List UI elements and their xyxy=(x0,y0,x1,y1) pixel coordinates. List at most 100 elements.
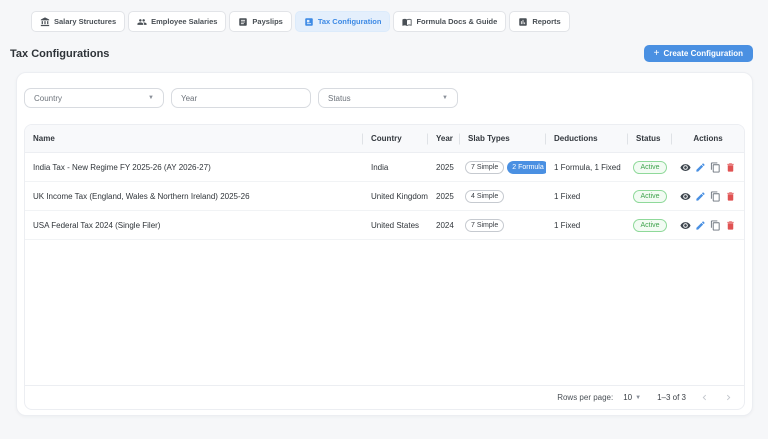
status-badge: Active xyxy=(633,161,666,174)
column-header-actions: Actions xyxy=(672,134,744,143)
view-button[interactable] xyxy=(680,162,691,173)
trash-icon xyxy=(725,162,736,173)
tab-label: Salary Structures xyxy=(54,17,116,26)
deductions-cell: 1 Formula, 1 Fixed xyxy=(546,163,628,172)
deductions-cell: 1 Fixed xyxy=(546,192,628,201)
column-header-name[interactable]: Name xyxy=(25,134,363,143)
caret-down-icon: ▼ xyxy=(442,95,448,101)
delete-button[interactable] xyxy=(725,162,736,173)
plus-icon: + xyxy=(654,49,660,59)
config-name: India Tax - New Regime FY 2025-26 (AY 20… xyxy=(25,163,363,172)
country-filter[interactable]: Country ▼ xyxy=(24,88,164,108)
trash-icon xyxy=(725,191,736,202)
edit-button[interactable] xyxy=(695,191,706,202)
duplicate-button[interactable] xyxy=(710,220,721,231)
config-name: USA Federal Tax 2024 (Single Filer) xyxy=(25,221,363,230)
column-header-country[interactable]: Country xyxy=(363,134,428,143)
simple-slab-chip: 4 Simple xyxy=(465,190,504,203)
view-button[interactable] xyxy=(680,191,691,202)
column-header-slab-types[interactable]: Slab Types xyxy=(460,134,546,143)
column-header-status[interactable]: Status xyxy=(628,134,672,143)
table-header-row: Name Country Year Slab Types Deductions … xyxy=(25,125,744,153)
status-cell: Active xyxy=(628,161,672,174)
delete-button[interactable] xyxy=(725,220,736,231)
rows-per-page-label: Rows per page: xyxy=(557,393,613,402)
chevron-right-icon xyxy=(723,392,734,403)
pencil-icon xyxy=(695,162,706,173)
reports-icon xyxy=(518,17,528,27)
tax-configurations-table: Name Country Year Slab Types Deductions … xyxy=(24,124,745,410)
tab-label: Employee Salaries xyxy=(151,17,217,26)
pencil-icon xyxy=(695,220,706,231)
duplicate-button[interactable] xyxy=(710,191,721,202)
view-button[interactable] xyxy=(680,220,691,231)
simple-slab-chip: 7 Simple xyxy=(465,219,504,232)
slab-types-cell: 7 Simple xyxy=(460,219,546,232)
country-filter-value: Country xyxy=(34,94,62,103)
eye-icon xyxy=(680,191,691,202)
tab-label: Reports xyxy=(532,17,560,26)
status-filter-value: Status xyxy=(328,94,351,103)
eye-icon xyxy=(680,162,691,173)
year-filter-input[interactable] xyxy=(171,88,311,108)
tab-label: Payslips xyxy=(252,17,282,26)
copy-icon xyxy=(710,162,721,173)
page-header: Tax Configurations + Create Configuratio… xyxy=(10,45,753,62)
previous-page-button[interactable] xyxy=(699,392,710,403)
book-icon xyxy=(402,17,412,27)
create-configuration-button[interactable]: + Create Configuration xyxy=(644,45,753,62)
config-country: United Kingdom xyxy=(363,192,428,201)
pencil-icon xyxy=(695,191,706,202)
next-page-button[interactable] xyxy=(723,392,734,403)
config-year: 2024 xyxy=(428,221,460,230)
delete-button[interactable] xyxy=(725,191,736,202)
config-country: India xyxy=(363,163,428,172)
filter-bar: Country ▼ Status ▼ xyxy=(24,88,745,108)
tab-salary-structures[interactable]: Salary Structures xyxy=(31,11,125,32)
status-cell: Active xyxy=(628,190,672,203)
actions-cell xyxy=(672,191,744,202)
table-row: India Tax - New Regime FY 2025-26 (AY 20… xyxy=(25,153,744,182)
config-year: 2025 xyxy=(428,163,460,172)
simple-slab-chip: 7 Simple xyxy=(465,161,504,174)
table-pagination: Rows per page: 10 ▼ 1–3 of 3 xyxy=(25,385,744,409)
rows-per-page-value: 10 xyxy=(623,393,632,402)
tab-tax-configuration[interactable]: Tax Configuration xyxy=(295,11,391,32)
column-header-year[interactable]: Year xyxy=(428,134,460,143)
payslip-icon xyxy=(238,17,248,27)
module-tabbar: Salary Structures Employee Salaries Pays… xyxy=(31,11,768,32)
duplicate-button[interactable] xyxy=(710,162,721,173)
tab-reports[interactable]: Reports xyxy=(509,11,569,32)
copy-icon xyxy=(710,191,721,202)
create-configuration-label: Create Configuration xyxy=(663,49,743,58)
tab-label: Formula Docs & Guide xyxy=(416,17,497,26)
slab-types-cell: 7 Simple 2 Formula xyxy=(460,161,546,174)
rows-per-page-select[interactable]: 10 ▼ xyxy=(623,393,641,402)
status-filter[interactable]: Status ▼ xyxy=(318,88,458,108)
actions-cell xyxy=(672,162,744,173)
formula-slab-chip: 2 Formula xyxy=(507,161,546,174)
tab-payslips[interactable]: Payslips xyxy=(229,11,291,32)
chevron-left-icon xyxy=(699,392,710,403)
edit-button[interactable] xyxy=(695,220,706,231)
table-empty-area xyxy=(25,240,744,385)
status-badge: Active xyxy=(633,190,666,203)
trash-icon xyxy=(725,220,736,231)
status-cell: Active xyxy=(628,219,672,232)
table-row: USA Federal Tax 2024 (Single Filer) Unit… xyxy=(25,211,744,240)
tax-config-icon xyxy=(304,17,314,27)
tab-label: Tax Configuration xyxy=(318,17,382,26)
edit-button[interactable] xyxy=(695,162,706,173)
config-year: 2025 xyxy=(428,192,460,201)
slab-types-cell: 4 Simple xyxy=(460,190,546,203)
bank-icon xyxy=(40,17,50,27)
actions-cell xyxy=(672,220,744,231)
table-row: UK Income Tax (England, Wales & Northern… xyxy=(25,182,744,211)
tab-employee-salaries[interactable]: Employee Salaries xyxy=(128,11,226,32)
config-name: UK Income Tax (England, Wales & Northern… xyxy=(25,192,363,201)
tab-formula-docs[interactable]: Formula Docs & Guide xyxy=(393,11,506,32)
column-header-deductions[interactable]: Deductions xyxy=(546,134,628,143)
caret-down-icon: ▼ xyxy=(148,95,154,101)
deductions-cell: 1 Fixed xyxy=(546,221,628,230)
copy-icon xyxy=(710,220,721,231)
